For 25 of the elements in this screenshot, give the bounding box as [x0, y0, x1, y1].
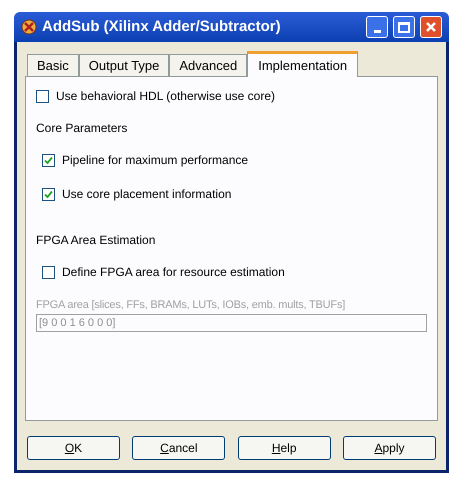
app-icon: [21, 19, 37, 35]
tab[interactable]: Advanced: [169, 54, 248, 76]
section-heading: Core Parameters: [36, 120, 128, 137]
dialog-button[interactable]: Help: [238, 436, 331, 460]
window-title: AddSub (Xilinx Adder/Subtractor): [42, 16, 282, 37]
minimize-button[interactable]: [366, 16, 388, 38]
checkbox-label: Use behavioral HDL (otherwise use core): [56, 88, 275, 105]
checkbox-label: Use core placement information: [62, 186, 232, 203]
dialog-button[interactable]: OK: [27, 436, 120, 460]
checkbox[interactable]: [42, 154, 55, 166]
section-heading: FPGA Area Estimation: [36, 232, 156, 249]
maximize-button[interactable]: [393, 16, 415, 38]
checkbox[interactable]: [42, 188, 55, 200]
checkbox[interactable]: [42, 266, 55, 278]
tab[interactable]: Implementation: [247, 51, 358, 77]
dialog-button[interactable]: Apply: [342, 436, 436, 460]
tab[interactable]: Output Type: [78, 54, 170, 76]
close-icon: [425, 21, 437, 33]
checkbox-label: Define FPGA area for resource estimation: [62, 264, 285, 281]
checkbox-label: Pipeline for maximum performance: [62, 152, 248, 169]
checkbox[interactable]: [36, 90, 49, 102]
field-label: FPGA area [slices, FFs, BRAMs, LUTs, IOBs, emb. mults, TBUFs]: [36, 298, 346, 313]
dialog-button[interactable]: Cancel: [132, 436, 226, 460]
close-button[interactable]: [420, 16, 442, 38]
tab[interactable]: Basic: [27, 54, 79, 76]
